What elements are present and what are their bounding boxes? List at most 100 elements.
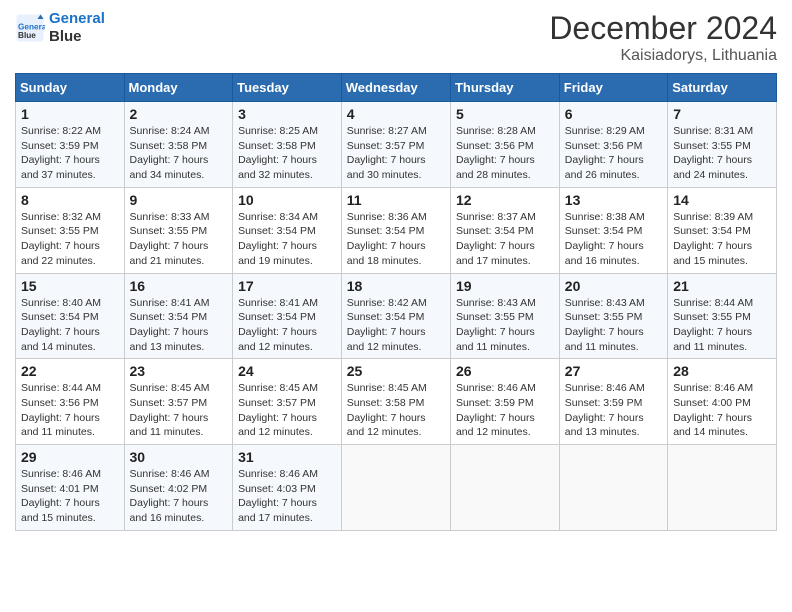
- day-number: 19: [456, 278, 554, 294]
- day-number: 11: [347, 192, 445, 208]
- day-number: 26: [456, 363, 554, 379]
- day-info: Sunrise: 8:46 AMSunset: 3:59 PMDaylight:…: [565, 381, 662, 440]
- day-number: 23: [130, 363, 228, 379]
- calendar-cell: 18 Sunrise: 8:42 AMSunset: 3:54 PMDayligh…: [341, 273, 450, 359]
- day-info: Sunrise: 8:46 AMSunset: 4:01 PMDaylight:…: [21, 467, 119, 526]
- calendar-cell: 27 Sunrise: 8:46 AMSunset: 3:59 PMDayligh…: [559, 359, 667, 445]
- location-title: Kaisiadorys, Lithuania: [549, 47, 777, 65]
- day-info: Sunrise: 8:43 AMSunset: 3:55 PMDaylight:…: [565, 296, 662, 355]
- day-info: Sunrise: 8:44 AMSunset: 3:55 PMDaylight:…: [673, 296, 771, 355]
- calendar-cell: 22Sunrise: 8:44 AMSunset: 3:56 PMDayligh…: [16, 359, 125, 445]
- day-header-saturday: Saturday: [668, 74, 777, 102]
- logo-text-general: General: [49, 10, 105, 28]
- calendar-cell: 3 Sunrise: 8:25 AMSunset: 3:58 PMDaylight…: [233, 102, 342, 188]
- day-number: 29: [21, 449, 119, 465]
- calendar-cell: 6Sunrise: 8:29 AMSunset: 3:56 PMDaylight…: [559, 102, 667, 188]
- day-header-monday: Monday: [124, 74, 233, 102]
- calendar-cell: 17Sunrise: 8:41 AMSunset: 3:54 PMDayligh…: [233, 273, 342, 359]
- calendar-cell: 20 Sunrise: 8:43 AMSunset: 3:55 PMDayligh…: [559, 273, 667, 359]
- calendar-cell: 24 Sunrise: 8:45 AMSunset: 3:57 PMDayligh…: [233, 359, 342, 445]
- calendar-cell: 8Sunrise: 8:32 AMSunset: 3:55 PMDaylight…: [16, 187, 125, 273]
- day-info: Sunrise: 8:28 AMSunset: 3:56 PMDaylight:…: [456, 124, 554, 183]
- day-number: 10: [238, 192, 336, 208]
- day-header-sunday: Sunday: [16, 74, 125, 102]
- day-info: Sunrise: 8:41 AMSunset: 3:54 PMDaylight:…: [130, 296, 228, 355]
- day-number: 17: [238, 278, 336, 294]
- calendar-cell: 29 Sunrise: 8:46 AMSunset: 4:01 PMDayligh…: [16, 445, 125, 531]
- day-info: Sunrise: 8:45 AMSunset: 3:57 PMDaylight:…: [238, 381, 336, 440]
- title-area: December 2024 Kaisiadorys, Lithuania: [549, 10, 777, 65]
- day-number: 8: [21, 192, 119, 208]
- day-info: Sunrise: 8:31 AMSunset: 3:55 PMDaylight:…: [673, 124, 771, 183]
- calendar-cell: [450, 445, 559, 531]
- day-header-friday: Friday: [559, 74, 667, 102]
- day-number: 3: [238, 106, 336, 122]
- calendar-cell: [341, 445, 450, 531]
- calendar-cell: 25Sunrise: 8:45 AMSunset: 3:58 PMDayligh…: [341, 359, 450, 445]
- day-number: 15: [21, 278, 119, 294]
- calendar-body: 1 Sunrise: 8:22 AMSunset: 3:59 PMDaylight…: [16, 102, 777, 531]
- calendar-cell: 5 Sunrise: 8:28 AMSunset: 3:56 PMDaylight…: [450, 102, 559, 188]
- logo-icon: General Blue: [15, 13, 45, 43]
- day-info: Sunrise: 8:27 AMSunset: 3:57 PMDaylight:…: [347, 124, 445, 183]
- day-info: Sunrise: 8:42 AMSunset: 3:54 PMDaylight:…: [347, 296, 445, 355]
- calendar-cell: 11 Sunrise: 8:36 AMSunset: 3:54 PMDayligh…: [341, 187, 450, 273]
- calendar-cell: [668, 445, 777, 531]
- calendar-cell: 31 Sunrise: 8:46 AMSunset: 4:03 PMDayligh…: [233, 445, 342, 531]
- day-info: Sunrise: 8:44 AMSunset: 3:56 PMDaylight:…: [21, 381, 119, 440]
- calendar-cell: 28Sunrise: 8:46 AMSunset: 4:00 PMDayligh…: [668, 359, 777, 445]
- day-info: Sunrise: 8:40 AMSunset: 3:54 PMDaylight:…: [21, 296, 119, 355]
- calendar-week-3: 15 Sunrise: 8:40 AMSunset: 3:54 PMDayligh…: [16, 273, 777, 359]
- day-number: 31: [238, 449, 336, 465]
- day-info: Sunrise: 8:29 AMSunset: 3:56 PMDaylight:…: [565, 124, 662, 183]
- day-info: Sunrise: 8:43 AMSunset: 3:55 PMDaylight:…: [456, 296, 554, 355]
- calendar-week-1: 1 Sunrise: 8:22 AMSunset: 3:59 PMDaylight…: [16, 102, 777, 188]
- calendar-cell: 15 Sunrise: 8:40 AMSunset: 3:54 PMDayligh…: [16, 273, 125, 359]
- day-number: 18: [347, 278, 445, 294]
- day-info: Sunrise: 8:36 AMSunset: 3:54 PMDaylight:…: [347, 210, 445, 269]
- day-number: 24: [238, 363, 336, 379]
- day-number: 20: [565, 278, 662, 294]
- day-number: 9: [130, 192, 228, 208]
- calendar-cell: 4Sunrise: 8:27 AMSunset: 3:57 PMDaylight…: [341, 102, 450, 188]
- calendar-week-2: 8Sunrise: 8:32 AMSunset: 3:55 PMDaylight…: [16, 187, 777, 273]
- day-info: Sunrise: 8:25 AMSunset: 3:58 PMDaylight:…: [238, 124, 336, 183]
- logo: General Blue General Blue: [15, 10, 105, 46]
- calendar-cell: 10Sunrise: 8:34 AMSunset: 3:54 PMDayligh…: [233, 187, 342, 273]
- calendar-week-4: 22Sunrise: 8:44 AMSunset: 3:56 PMDayligh…: [16, 359, 777, 445]
- calendar-header-row: SundayMondayTuesdayWednesdayThursdayFrid…: [16, 74, 777, 102]
- day-info: Sunrise: 8:33 AMSunset: 3:55 PMDaylight:…: [130, 210, 228, 269]
- day-info: Sunrise: 8:22 AMSunset: 3:59 PMDaylight:…: [21, 124, 119, 183]
- calendar-cell: 16 Sunrise: 8:41 AMSunset: 3:54 PMDayligh…: [124, 273, 233, 359]
- calendar-cell: 9 Sunrise: 8:33 AMSunset: 3:55 PMDaylight…: [124, 187, 233, 273]
- calendar-cell: 19 Sunrise: 8:43 AMSunset: 3:55 PMDayligh…: [450, 273, 559, 359]
- day-number: 28: [673, 363, 771, 379]
- day-number: 27: [565, 363, 662, 379]
- day-number: 16: [130, 278, 228, 294]
- day-info: Sunrise: 8:45 AMSunset: 3:58 PMDaylight:…: [347, 381, 445, 440]
- day-number: 1: [21, 106, 119, 122]
- day-header-tuesday: Tuesday: [233, 74, 342, 102]
- calendar-cell: 30Sunrise: 8:46 AMSunset: 4:02 PMDayligh…: [124, 445, 233, 531]
- month-title: December 2024: [549, 10, 777, 47]
- calendar-cell: 7 Sunrise: 8:31 AMSunset: 3:55 PMDaylight…: [668, 102, 777, 188]
- day-info: Sunrise: 8:46 AMSunset: 4:02 PMDaylight:…: [130, 467, 228, 526]
- day-header-thursday: Thursday: [450, 74, 559, 102]
- svg-text:Blue: Blue: [18, 31, 36, 40]
- calendar-cell: 23 Sunrise: 8:45 AMSunset: 3:57 PMDayligh…: [124, 359, 233, 445]
- day-number: 7: [673, 106, 771, 122]
- day-number: 13: [565, 192, 662, 208]
- day-number: 5: [456, 106, 554, 122]
- calendar-cell: 21Sunrise: 8:44 AMSunset: 3:55 PMDayligh…: [668, 273, 777, 359]
- day-info: Sunrise: 8:46 AMSunset: 4:03 PMDaylight:…: [238, 467, 336, 526]
- day-info: Sunrise: 8:38 AMSunset: 3:54 PMDaylight:…: [565, 210, 662, 269]
- logo-text-blue: Blue: [49, 28, 105, 46]
- day-info: Sunrise: 8:45 AMSunset: 3:57 PMDaylight:…: [130, 381, 228, 440]
- day-number: 14: [673, 192, 771, 208]
- day-info: Sunrise: 8:24 AMSunset: 3:58 PMDaylight:…: [130, 124, 228, 183]
- calendar-cell: 1 Sunrise: 8:22 AMSunset: 3:59 PMDaylight…: [16, 102, 125, 188]
- day-info: Sunrise: 8:37 AMSunset: 3:54 PMDaylight:…: [456, 210, 554, 269]
- day-number: 2: [130, 106, 228, 122]
- calendar-cell: 2 Sunrise: 8:24 AMSunset: 3:58 PMDaylight…: [124, 102, 233, 188]
- day-info: Sunrise: 8:39 AMSunset: 3:54 PMDaylight:…: [673, 210, 771, 269]
